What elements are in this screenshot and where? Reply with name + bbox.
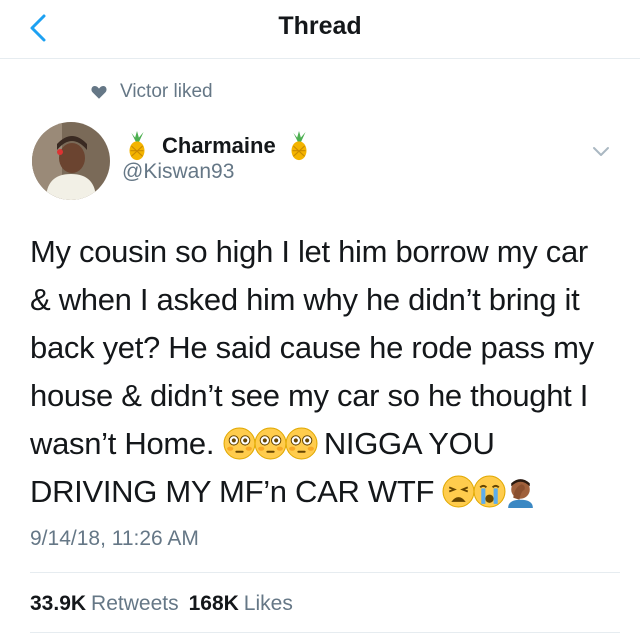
retweets-count[interactable]: 33.9K: [30, 592, 86, 616]
pineapple-icon: [284, 131, 314, 161]
tweet-line: DRIVING MY MF’n CAR WTF: [30, 468, 620, 516]
tweet-line-text: DRIVING MY MF’n CAR WTF: [30, 474, 435, 509]
divider: [30, 632, 620, 633]
tweet-line-text: NIGGA YOU: [323, 426, 495, 461]
tweet-line: house & didn’t see my car so he thought …: [30, 378, 589, 413]
top-nav-bar: Thread: [0, 0, 640, 59]
tweet-line-text: wasn’t Home.: [30, 426, 215, 461]
flushed-face-icon: [285, 427, 318, 460]
heart-icon: [91, 86, 107, 99]
social-context: Victor liked: [90, 79, 213, 105]
tweet-line: My cousin so high I let him borrow my ca…: [30, 234, 588, 269]
author-name-row: Charmaine: [122, 130, 314, 162]
avatar[interactable]: [32, 122, 110, 200]
retweets-label[interactable]: Retweets: [91, 592, 179, 616]
chevron-down-icon[interactable]: [590, 140, 612, 162]
weary-face-icon: [442, 475, 475, 508]
divider: [30, 572, 620, 573]
author-name[interactable]: Charmaine: [162, 133, 276, 159]
tweet-line: wasn’t Home. NIGGA YOU: [30, 420, 620, 468]
tweet-text: My cousin so high I let him borrow my ca…: [30, 228, 620, 516]
crying-face-icon: [473, 475, 506, 508]
tweet-line: back yet? He said cause he rode pass my: [30, 330, 594, 365]
facepalm-icon: [504, 475, 537, 508]
flushed-face-icon: [223, 427, 256, 460]
tweet-line: & when I asked him why he didn’t bring i…: [30, 282, 580, 317]
page-title: Thread: [278, 12, 362, 40]
author-handle[interactable]: @Kiswan93: [122, 160, 234, 184]
likes-label[interactable]: Likes: [244, 592, 293, 616]
likes-count[interactable]: 168K: [189, 592, 239, 616]
flushed-face-icon: [254, 427, 287, 460]
tweet-timestamp: 9/14/18, 11:26 AM: [30, 527, 199, 550]
social-context-text[interactable]: Victor liked: [120, 81, 213, 103]
engagement-stats: 33.9K Retweets 168K Likes: [30, 592, 303, 616]
pineapple-icon: [122, 131, 152, 161]
